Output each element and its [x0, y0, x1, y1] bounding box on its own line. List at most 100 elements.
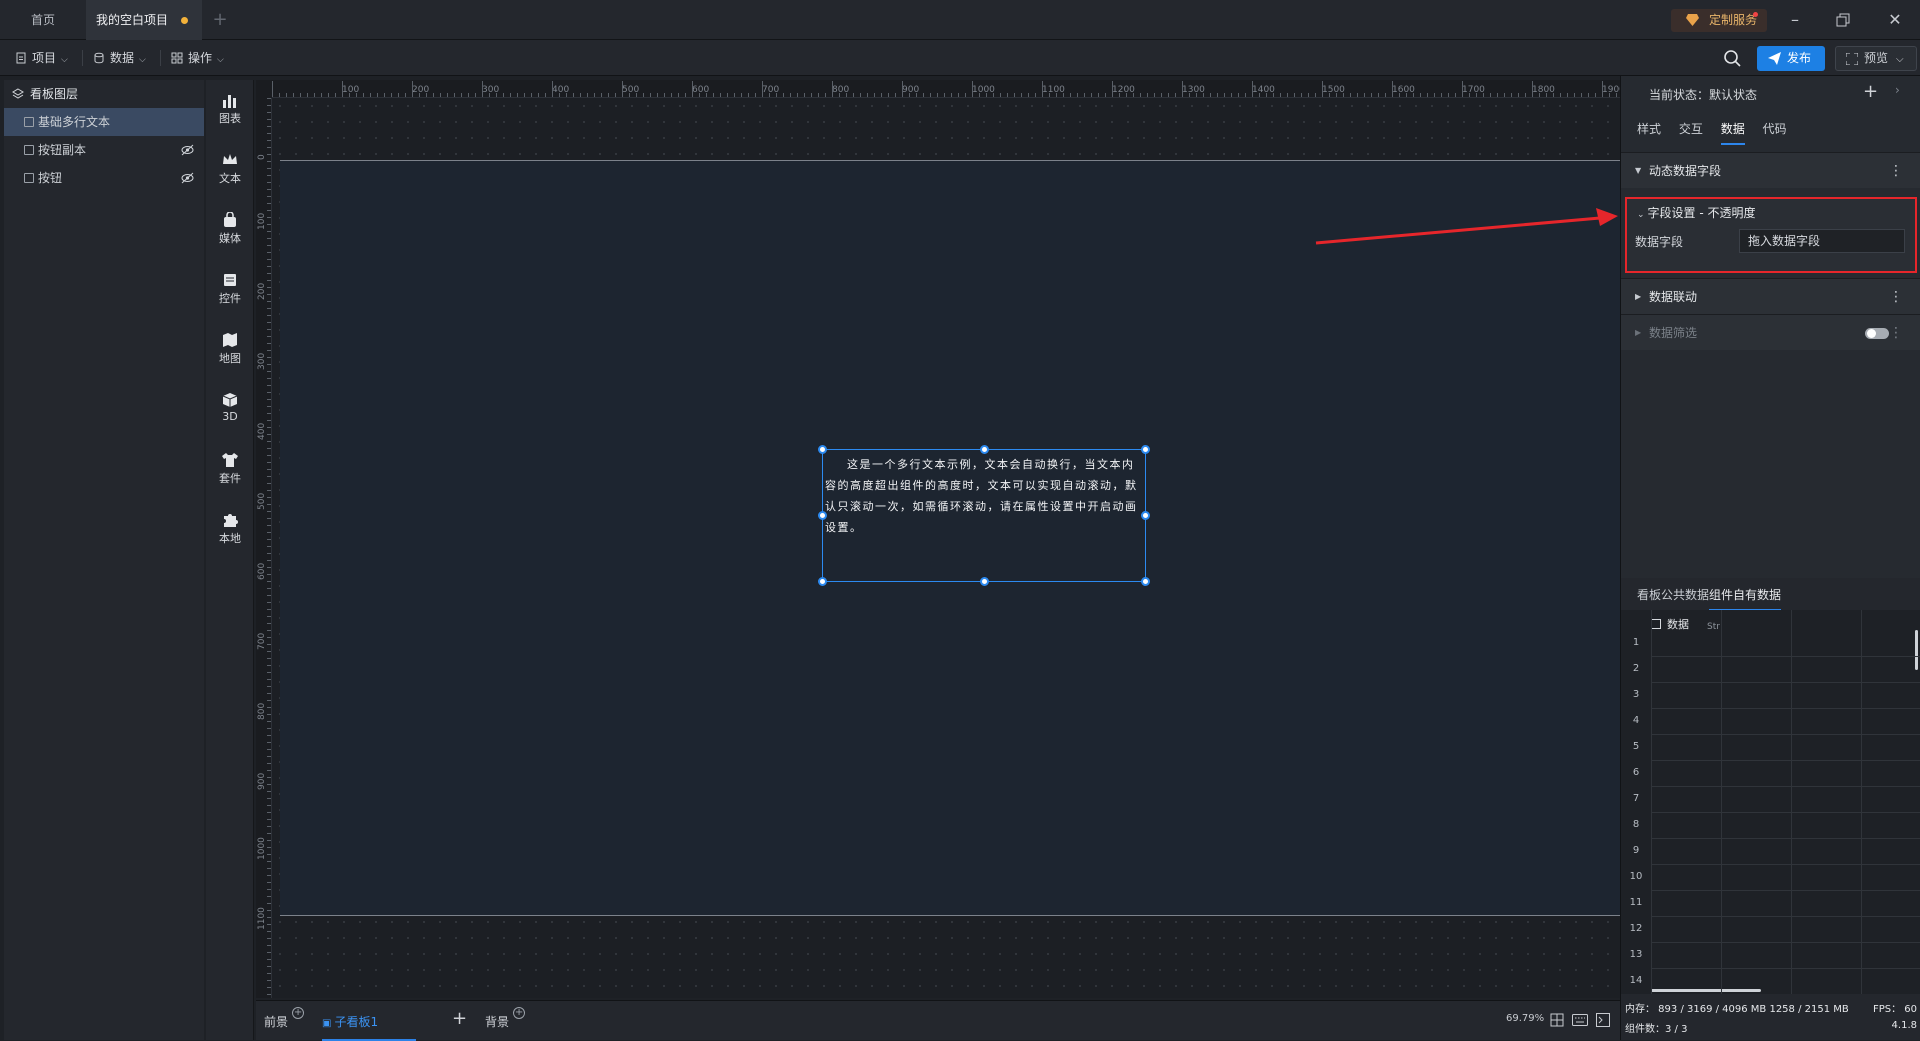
close-window-icon[interactable]: ✕: [1882, 8, 1908, 32]
tab-data[interactable]: 数据: [1720, 120, 1745, 145]
layer-panel-title: 看板图层: [30, 87, 79, 101]
ruler-tick: [839, 93, 840, 97]
sub-board-tab[interactable]: ▣ 子看板1: [322, 1011, 416, 1041]
ruler-tick: [267, 728, 271, 729]
grid-scrollbar-vertical[interactable]: [1915, 630, 1918, 670]
current-state[interactable]: 当前状态：默认状态: [1649, 86, 1757, 103]
data-field-dropzone[interactable]: 拖入数据字段: [1739, 229, 1905, 253]
ruler-tick: [846, 93, 847, 97]
menu-data[interactable]: 数据 ⌵: [88, 46, 146, 70]
ruler-tick: [267, 182, 271, 183]
background-label: 背景: [485, 1015, 510, 1029]
dynamic-fields-section[interactable]: ▼ 动态数据字段 ⋮: [1621, 152, 1920, 188]
ruler-tick: [267, 882, 271, 883]
zoom-level[interactable]: 69.79%: [1506, 1013, 1544, 1024]
ruler-tick: [636, 93, 637, 97]
ruler-tick: [1203, 93, 1204, 97]
grid-row-number: 12: [1629, 923, 1643, 934]
component-bar: 图表 文本 媒体 控件 地图 3D 套件 本地: [206, 80, 254, 1040]
more-icon[interactable]: ⋮: [1889, 279, 1903, 315]
ruler-tick: [267, 420, 271, 421]
add-circle-icon[interactable]: +: [292, 1007, 305, 1019]
keyboard-icon[interactable]: [1572, 1014, 1588, 1026]
component-local[interactable]: 本地: [206, 506, 254, 556]
component-map[interactable]: 地图: [206, 326, 254, 376]
resize-handle-ne[interactable]: [1141, 445, 1150, 454]
restore-icon[interactable]: [1830, 8, 1856, 32]
toolbar: 项目 ⌵ 数据 ⌵ 操作 ⌵: [0, 40, 1920, 76]
ruler-tick: [587, 93, 588, 97]
component-media[interactable]: 媒体: [206, 206, 254, 256]
resize-handle-w[interactable]: [818, 511, 827, 520]
resize-handle-s[interactable]: [980, 577, 989, 586]
grid-row-line: [1651, 890, 1920, 891]
layer-item-multiline-text[interactable]: 基础多行文本: [4, 108, 204, 136]
component-kit[interactable]: 套件: [206, 446, 254, 496]
fit-screen-icon[interactable]: [1550, 1013, 1564, 1027]
resize-handle-n[interactable]: [980, 445, 989, 454]
dashboard-board[interactable]: 这是一个多行文本示例，文本会自动换行，当文本内容的高度超出组件的高度时，文本可以…: [280, 160, 1620, 916]
ruler-tick: [267, 854, 271, 855]
add-tab-icon[interactable]: +: [210, 10, 230, 30]
ruler-tick: [1609, 93, 1610, 97]
resize-handle-se[interactable]: [1141, 577, 1150, 586]
ruler-tick: [377, 93, 378, 97]
ruler-tick: [267, 987, 271, 988]
field-settings-title[interactable]: ⌄ 字段设置 - 不透明度: [1637, 204, 1756, 221]
grid-scrollbar-horizontal[interactable]: [1651, 989, 1761, 992]
resize-handle-nw[interactable]: [818, 445, 827, 454]
tab-project[interactable]: 我的空白项目: [86, 0, 202, 40]
multiline-text-component[interactable]: 这是一个多行文本示例，文本会自动换行，当文本内容的高度超出组件的高度时，文本可以…: [818, 445, 1150, 586]
grid-column-header[interactable]: 数据: [1651, 616, 1689, 632]
menu-ops[interactable]: 操作 ⌵: [166, 46, 224, 70]
layer-item-button-copy[interactable]: 按钮副本: [4, 136, 204, 164]
ruler-tick: [267, 735, 271, 736]
more-icon[interactable]: ⋮: [1889, 153, 1903, 189]
preview-button[interactable]: 预览 ⌵: [1835, 46, 1917, 71]
tab-interaction[interactable]: 交互: [1679, 120, 1703, 143]
more-icon[interactable]: ⋮: [1889, 315, 1903, 351]
resize-handle-sw[interactable]: [818, 577, 827, 586]
column-checkbox[interactable]: [1651, 619, 1661, 629]
ruler-tick: [1140, 93, 1141, 97]
custom-service-button[interactable]: 定制服务: [1671, 9, 1767, 32]
puzzle-icon: [224, 514, 238, 527]
publish-button[interactable]: 发布: [1757, 46, 1825, 71]
data-linkage-section[interactable]: ▶ 数据联动 ⋮: [1621, 278, 1920, 314]
ruler-tick: [267, 756, 271, 757]
add-circle-icon[interactable]: +: [513, 1007, 526, 1019]
tab-style[interactable]: 样式: [1637, 120, 1661, 143]
resize-handle-e[interactable]: [1141, 511, 1150, 520]
add-board-icon[interactable]: +: [452, 1008, 467, 1030]
ruler-tick: [1273, 93, 1274, 97]
data-filter-toggle[interactable]: [1865, 328, 1889, 339]
component-chart[interactable]: 图表: [206, 86, 254, 136]
add-state-icon[interactable]: +: [1863, 81, 1878, 102]
ruler-tick: [267, 392, 271, 393]
ruler-tick: [405, 93, 406, 97]
data-filter-section[interactable]: ▶ 数据筛选 ⋮: [1621, 314, 1920, 350]
ruler-tick: [580, 93, 581, 97]
tab-component-data[interactable]: 组件自有数据: [1709, 586, 1782, 611]
foreground-tab[interactable]: 前景+: [264, 1007, 305, 1033]
ruler-tick: [923, 93, 924, 97]
background-tab[interactable]: 背景+: [485, 1007, 526, 1033]
layer-item-button[interactable]: 按钮: [4, 164, 204, 192]
chevron-right-icon[interactable]: ›: [1895, 83, 1900, 97]
component-control[interactable]: 控件: [206, 266, 254, 316]
tab-code[interactable]: 代码: [1763, 120, 1787, 143]
terminal-icon[interactable]: [1596, 1013, 1610, 1027]
menu-ops-label: 操作: [188, 51, 213, 65]
data-grid[interactable]: 数据 Str 1 2 3 4 5 6 7 8 9 10 11 12 13 14: [1621, 610, 1920, 994]
component-3d[interactable]: 3D: [206, 386, 254, 436]
tab-board-public-data[interactable]: 看板公共数据: [1637, 586, 1709, 603]
ruler-tick: [1231, 93, 1232, 97]
search-icon[interactable]: [1722, 48, 1742, 68]
ruler-tick: [267, 189, 271, 190]
hidden-eye-icon[interactable]: [181, 144, 194, 156]
minimize-icon[interactable]: –: [1782, 8, 1808, 32]
tab-home[interactable]: 首页: [0, 0, 86, 40]
menu-project[interactable]: 项目 ⌵: [10, 46, 68, 70]
hidden-eye-icon[interactable]: [181, 172, 194, 184]
component-text[interactable]: 文本: [206, 146, 254, 196]
